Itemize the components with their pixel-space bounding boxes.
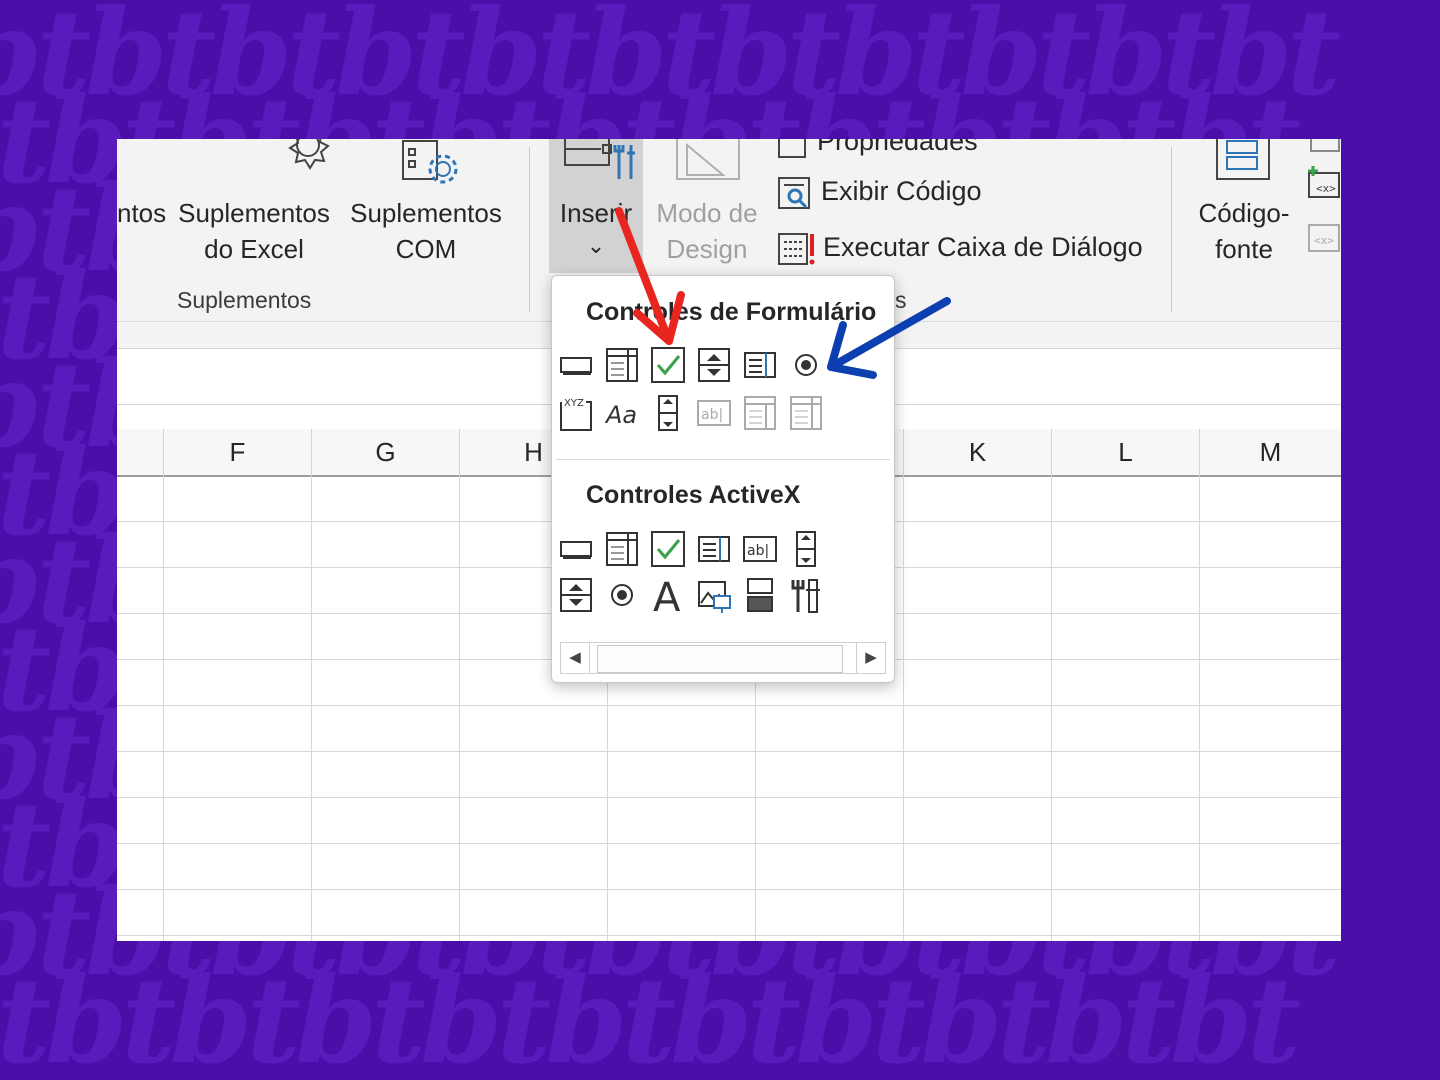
run-dialog-label: Executar Caixa de Diálogo: [823, 232, 1143, 262]
form-label-control[interactable]: Aa: [604, 394, 640, 432]
column-header-g[interactable]: G: [312, 429, 460, 477]
excel-screenshot: ntos Suplementos do Excel Suplementos CO…: [117, 139, 1341, 941]
gear-icon: [288, 139, 330, 170]
form-scroll-bar-control[interactable]: [650, 394, 686, 432]
form-combo-drop-down-edit-control[interactable]: [788, 394, 824, 432]
scroll-right-icon[interactable]: ▶: [856, 643, 885, 673]
text-field-icon: ab|: [697, 400, 731, 426]
activex-scroll-bar-icon: [796, 531, 816, 567]
form-combo-list-edit-control[interactable]: [742, 394, 778, 432]
view-code-icon: [778, 176, 810, 209]
scroll-bar-icon: [658, 395, 678, 431]
excel-addins-line1: Suplementos: [178, 198, 330, 228]
activex-text-box-control[interactable]: ab|: [742, 530, 778, 568]
properties-icon: [778, 139, 806, 158]
source-code-line2: fonte: [1215, 234, 1273, 264]
view-code-command[interactable]: Exibir Código: [777, 173, 982, 210]
list-box-icon: [744, 352, 776, 378]
group-separator: [529, 147, 530, 312]
com-addins-icon: [402, 140, 458, 184]
svg-text:ab|: ab|: [747, 543, 769, 559]
activex-spin-button-icon: [560, 578, 592, 612]
group-box-icon: XYZ: [560, 398, 592, 431]
combo-list-edit-icon: [744, 396, 776, 430]
view-code-label: Exibir Código: [821, 176, 982, 206]
scroll-thumb[interactable]: [597, 645, 843, 673]
svg-text:<x>: <x>: [1314, 234, 1334, 247]
activex-spin-button-control[interactable]: [558, 576, 594, 614]
activex-check-box-icon: [651, 531, 685, 567]
form-button-control[interactable]: [558, 346, 594, 384]
dropdown-scrollbar[interactable]: ◀ ▶: [560, 642, 886, 674]
form-group-box-control[interactable]: XYZ: [558, 394, 594, 432]
dropdown-separator: [556, 459, 890, 460]
column-header-partial[interactable]: [117, 429, 164, 477]
form-text-field-control[interactable]: ab|: [696, 394, 732, 432]
svg-text:A: A: [653, 576, 681, 614]
scroll-left-icon[interactable]: ◀: [561, 643, 590, 673]
run-dialog-command[interactable]: Executar Caixa de Diálogo: [777, 229, 1143, 266]
label-icon: Aa: [604, 401, 637, 429]
activex-image-control[interactable]: [696, 576, 732, 614]
activex-list-box-icon: [698, 536, 730, 562]
red-arrow-annotation: [615, 207, 685, 345]
com-addins-line1: Suplementos: [350, 198, 502, 228]
activex-more-controls-control[interactable]: [788, 576, 824, 614]
source-code-button[interactable]: Código- fonte: [1183, 139, 1305, 269]
insert-controls-icon: [564, 139, 635, 179]
activex-option-button-icon: [611, 584, 633, 606]
activex-command-button-control[interactable]: [558, 530, 594, 568]
activex-check-box-control[interactable]: [650, 530, 686, 568]
toggle-button-icon: [747, 578, 773, 612]
source-code-line1: Código-: [1198, 198, 1290, 228]
form-list-box-control[interactable]: [742, 346, 778, 384]
command-button-icon: [560, 541, 592, 559]
option-button-icon: [795, 354, 817, 376]
excel-addins-line2: do Excel: [204, 234, 304, 264]
partial-ribbon-button[interactable]: ntos: [117, 195, 166, 232]
com-addins-line2: COM: [395, 234, 457, 264]
partial-label: ntos: [117, 198, 167, 228]
run-dialog-icon: [778, 232, 815, 265]
design-mode-icon: [676, 139, 740, 180]
activex-scroll-bar-control[interactable]: [788, 530, 824, 568]
column-header-m[interactable]: M: [1200, 429, 1341, 477]
excel-addins-button[interactable]: Suplementos do Excel: [173, 139, 335, 269]
form-option-button-control[interactable]: [788, 346, 824, 384]
properties-command[interactable]: Propriedades: [777, 139, 978, 159]
image-icon: [698, 581, 731, 613]
activex-combo-box-icon: [606, 532, 638, 566]
xml-add-icon: <x>: [1308, 166, 1340, 198]
group-separator-2: [1171, 147, 1172, 312]
activex-toggle-button-control[interactable]: [742, 576, 778, 614]
combo-drop-down-edit-icon: [790, 396, 822, 430]
svg-text:ab|: ab|: [701, 407, 723, 423]
svg-text:Aa: Aa: [604, 401, 637, 429]
column-header-f[interactable]: F: [164, 429, 312, 477]
activex-label-icon: A: [653, 576, 681, 614]
xml-disabled-icon: <x>: [1308, 224, 1340, 252]
properties-label: Propriedades: [817, 139, 978, 156]
more-controls-icon: [791, 579, 820, 613]
svg-text:<x>: <x>: [1316, 182, 1336, 195]
activex-controls-title: Controles ActiveX: [586, 481, 801, 509]
button-icon: [560, 357, 592, 375]
svg-text:XYZ: XYZ: [564, 398, 584, 409]
column-header-l[interactable]: L: [1052, 429, 1200, 477]
text-box-icon: ab|: [743, 536, 777, 562]
spin-button-icon: [698, 348, 730, 382]
group-label-addins: Suplementos: [177, 287, 312, 313]
blue-arrow-annotation: [827, 297, 951, 379]
form-spin-button-control[interactable]: [696, 346, 732, 384]
com-addins-button[interactable]: Suplementos COM: [343, 139, 509, 269]
source-code-icon: [1216, 139, 1270, 180]
activex-label-control[interactable]: A: [650, 576, 686, 614]
column-header-k[interactable]: K: [904, 429, 1052, 477]
activex-option-button-control[interactable]: [604, 576, 640, 614]
xml-icon-1: [1310, 139, 1340, 152]
activex-list-box-control[interactable]: [696, 530, 732, 568]
activex-combo-box-control[interactable]: [604, 530, 640, 568]
